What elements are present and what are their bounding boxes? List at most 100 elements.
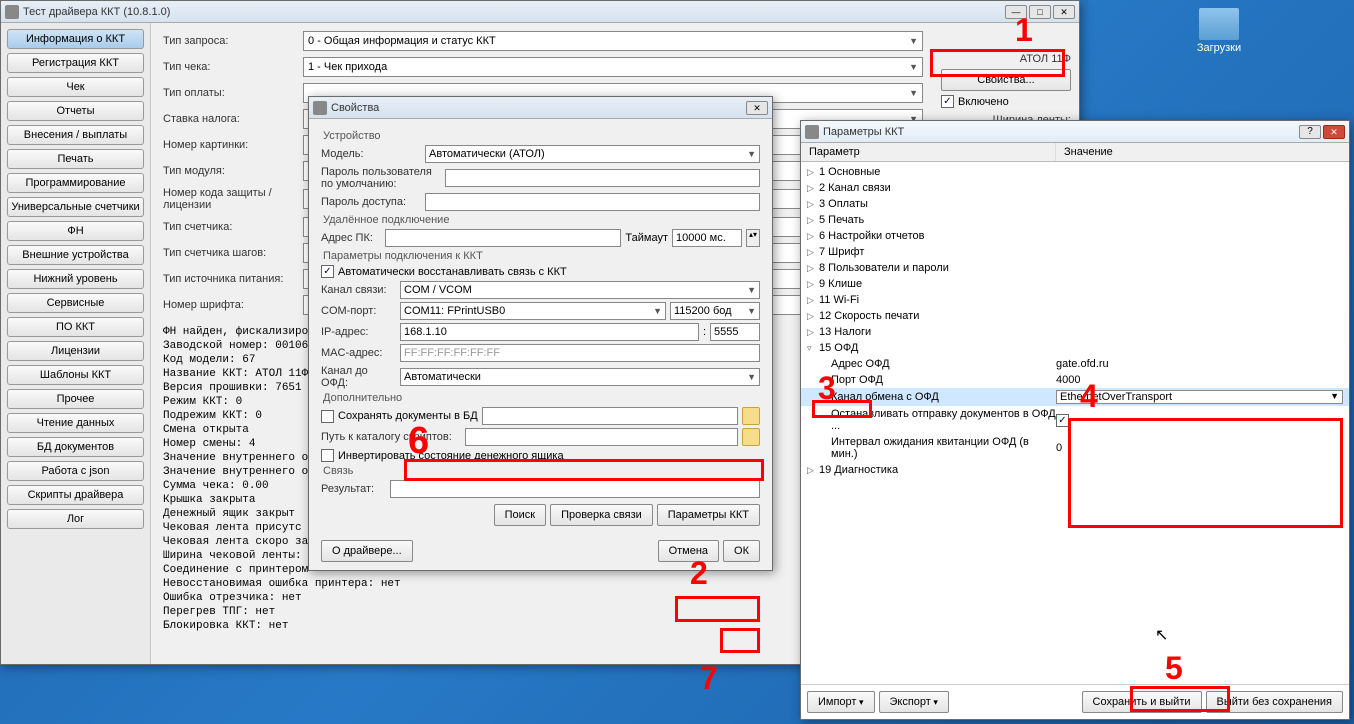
sidebar-item-15[interactable]: Прочее [7,389,144,409]
params-tree[interactable]: ▷1 Основные▷2 Канал связи▷3 Оплаты▷5 Печ… [801,162,1349,684]
sidebar-item-7[interactable]: Универсальные счетчики [7,197,144,217]
tree-item[interactable]: ▷11 Wi-Fi [801,292,1349,308]
search-button[interactable]: Поиск [494,504,546,526]
close-button[interactable]: ✕ [1053,5,1075,19]
sidebar-item-8[interactable]: ФН [7,221,144,241]
enabled-checkbox[interactable]: ✓ [941,95,954,108]
tree-item[interactable]: ▷19 Диагностика [801,462,1349,478]
tree-item[interactable]: ▷13 Налоги [801,324,1349,340]
field-select[interactable]: 0 - Общая информация и статус ККТ▼ [303,31,923,51]
ok-button[interactable]: ОК [723,540,760,562]
sidebar-item-16[interactable]: Чтение данных [7,413,144,433]
sidebar-item-12[interactable]: ПО ККТ [7,317,144,337]
field-select[interactable]: 1 - Чек прихода▼ [303,57,923,77]
ipport-input[interactable]: 5555 [710,323,760,341]
tree-subitem[interactable]: Останавливать отправку документов в ОФД … [801,406,1349,434]
sidebar: Информация о ККТ Регистрация ККТ Чек Отчеты… [1,23,151,664]
autorestore-label: Автоматически восстанавливать связь с КК… [338,266,567,278]
timeout-input[interactable]: 10000 мс. [672,229,742,247]
mac-input[interactable]: FF:FF:FF:FF:FF:FF [400,344,760,362]
comport-label: COM-порт: [321,305,396,317]
field-label: Тип оплаты: [163,87,303,99]
ofdchannel-select[interactable]: Автоматически▼ [400,368,760,386]
savedb-path-input[interactable] [482,407,738,425]
sidebar-item-19[interactable]: Скрипты драйвера [7,485,144,505]
tree-item[interactable]: ▷6 Настройки отчетов [801,228,1349,244]
tree-subitem[interactable]: Адрес ОФДgate.ofd.ru [801,356,1349,372]
about-button[interactable]: О драйвере... [321,540,413,562]
ip-label: IP-адрес: [321,326,396,338]
folder-icon[interactable] [742,428,760,446]
main-titlebar[interactable]: Тест драйвера ККТ (10.8.1.0) — □ ✕ [1,1,1079,23]
sidebar-item-18[interactable]: Работа с json [7,461,144,481]
import-button[interactable]: Импорт [807,691,875,713]
checklink-button[interactable]: Проверка связи [550,504,653,526]
sidebar-item-0[interactable]: Информация о ККТ [7,29,144,49]
sidebar-item-5[interactable]: Печать [7,149,144,169]
sidebar-item-17[interactable]: БД документов [7,437,144,457]
sidebar-item-13[interactable]: Лицензии [7,341,144,361]
export-button[interactable]: Экспорт [879,691,949,713]
tree-item[interactable]: ▷8 Пользователи и пароли [801,260,1349,276]
field-label: Тип чека: [163,61,303,73]
app-icon [5,5,19,19]
tree-item[interactable]: ▷3 Оплаты [801,196,1349,212]
sidebar-item-20[interactable]: Лог [7,509,144,529]
sidebar-item-11[interactable]: Сервисные [7,293,144,313]
sidebar-item-2[interactable]: Чек [7,77,144,97]
save-exit-button[interactable]: Сохранить и выйти [1082,691,1202,713]
desktop-icon-downloads[interactable]: Загрузки [1194,8,1244,54]
accesspw-input[interactable] [425,193,760,211]
group-extra: Дополнительно [323,392,760,404]
field-label: Номер картинки: [163,139,303,151]
close-button[interactable]: ✕ [1323,125,1345,139]
scriptpath-input[interactable] [465,428,738,446]
properties-button[interactable]: Свойства... [941,69,1071,91]
sidebar-item-14[interactable]: Шаблоны ККТ [7,365,144,385]
sidebar-item-6[interactable]: Программирование [7,173,144,193]
tree-item[interactable]: ▷7 Шрифт [801,244,1349,260]
timeout-label: Таймаут [625,232,668,244]
tree-item[interactable]: ▷1 Основные [801,164,1349,180]
sidebar-item-4[interactable]: Внесения / выплаты [7,125,144,145]
params-titlebar[interactable]: Параметры ККТ ? ✕ [801,121,1349,143]
field-label: Тип модуля: [163,165,303,177]
model-select[interactable]: Автоматически (АТОЛ)▼ [425,145,760,163]
invert-checkbox[interactable] [321,449,334,462]
invert-label: Инвертировать состояние денежного ящика [338,450,564,462]
exit-nosave-button[interactable]: Выйти без сохранения [1206,691,1344,713]
params-table-header: Параметр Значение [801,143,1349,162]
sidebar-item-10[interactable]: Нижний уровень [7,269,144,289]
tree-item[interactable]: ▷5 Печать [801,212,1349,228]
props-title: Свойства [331,102,746,114]
tree-item[interactable]: ▷12 Скорость печати [801,308,1349,324]
cancel-button[interactable]: Отмена [658,540,719,562]
field-label: Номер кода защиты / лицензии [163,187,303,211]
sidebar-item-9[interactable]: Внешние устройства [7,245,144,265]
tree-item[interactable]: ▷2 Канал связи [801,180,1349,196]
tree-subitem[interactable]: Интервал ожидания квитанции ОФД (в мин.)… [801,434,1349,462]
help-button[interactable]: ? [1299,125,1321,139]
group-remote: Удалённое подключение [323,214,760,226]
timeout-spinner[interactable]: ▴▾ [746,229,760,247]
group-link: Связь [323,465,760,477]
tree-subitem[interactable]: Порт ОФД4000 [801,372,1349,388]
baud-select[interactable]: 115200 бод▼ [670,302,760,320]
tree-item-ofd[interactable]: ▿15 ОФД [801,340,1349,356]
kkt-params-button[interactable]: Параметры ККТ [657,504,760,526]
tree-item[interactable]: ▷9 Клише [801,276,1349,292]
folder-icon[interactable] [742,407,760,425]
tree-subitem[interactable]: Канал обмена с ОФДEthernetOverTransport▼ [801,388,1349,406]
main-title: Тест драйвера ККТ (10.8.1.0) [23,6,1005,18]
close-button[interactable]: ✕ [746,101,768,115]
channel-select[interactable]: COM / VCOM▼ [400,281,760,299]
pcaddr-input[interactable] [385,229,621,247]
savedb-checkbox[interactable] [321,410,334,423]
comport-select[interactable]: COM11: FPrintUSB0▼ [400,302,666,320]
props-titlebar[interactable]: Свойства ✕ [309,97,772,119]
userpw-input[interactable] [445,169,760,187]
ip-input[interactable]: 168.1.10 [400,323,699,341]
autorestore-checkbox[interactable]: ✓ [321,265,334,278]
sidebar-item-1[interactable]: Регистрация ККТ [7,53,144,73]
sidebar-item-3[interactable]: Отчеты [7,101,144,121]
